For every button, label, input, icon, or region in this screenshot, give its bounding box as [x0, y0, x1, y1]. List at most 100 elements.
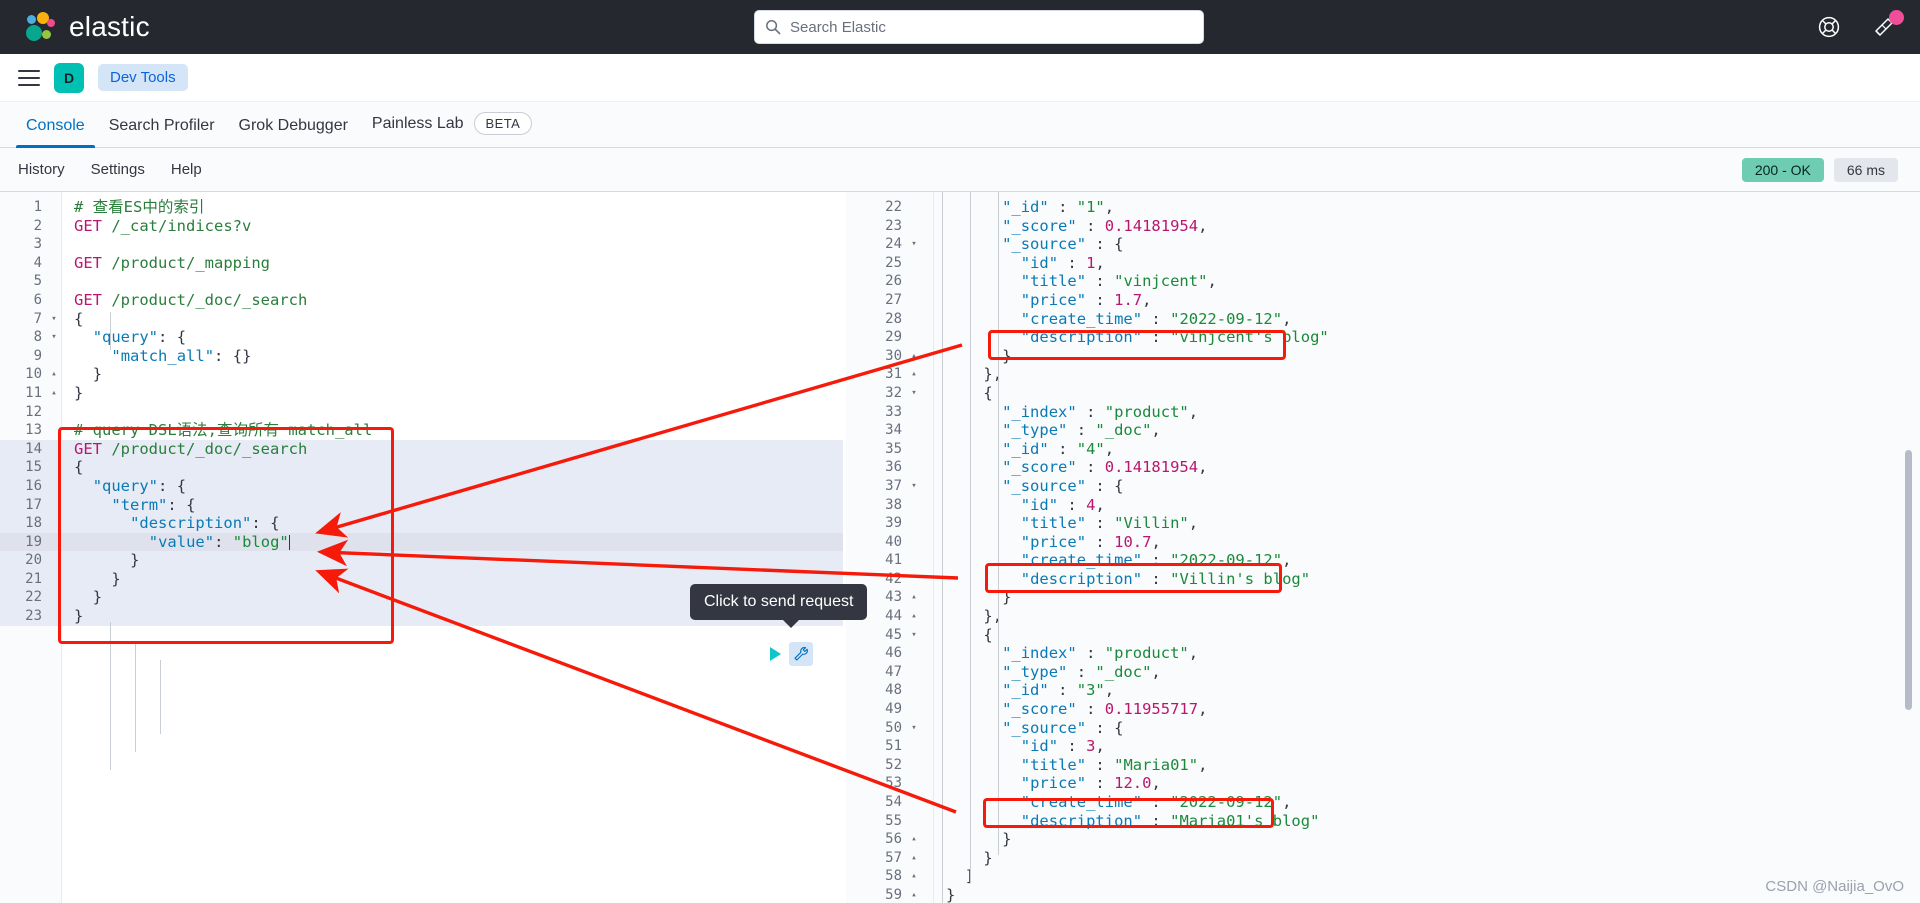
code-text: "title" : "Villin",: [1020, 514, 1199, 533]
code-text: }: [111, 569, 121, 588]
tab-console[interactable]: Console: [14, 117, 97, 148]
line-number: 10: [25, 366, 42, 383]
console-settings-button[interactable]: Settings: [91, 161, 145, 178]
indent-guide: [970, 192, 971, 883]
code-line: 57 ▴ }: [846, 849, 1920, 868]
code-line: 56 ▴ }: [846, 830, 1920, 849]
line-number: 13: [25, 422, 42, 439]
fold-toggle-icon[interactable]: ▾: [46, 310, 62, 329]
play-triangle-icon[interactable]: [770, 647, 781, 661]
help-circle-icon[interactable]: [1816, 14, 1842, 40]
request-editor[interactable]: 1 # 查看ES中的索引 2 GET /_cat/indices?v 3 4 GET /pr…: [0, 192, 843, 903]
global-search[interactable]: [754, 10, 1204, 44]
line-number: 38: [885, 496, 902, 513]
global-header: elastic: [0, 0, 1920, 54]
code-line: 24 ▾ "_source" : {: [846, 235, 1920, 254]
request-code[interactable]: 1 # 查看ES中的索引 2 GET /_cat/indices?v 3 4 GET /pr…: [0, 198, 843, 626]
fold-toggle-icon[interactable]: ▾: [46, 328, 62, 347]
code-line[interactable]: 7 ▾ {: [0, 310, 843, 329]
code-text: "_index" : "product",: [1002, 402, 1199, 421]
fold-toggle-icon[interactable]: ▴: [906, 849, 922, 868]
tab-search-profiler-label: Search Profiler: [108, 117, 215, 134]
line-number: 7: [33, 310, 42, 327]
code-line[interactable]: 17 "term": {: [0, 495, 843, 515]
fold-toggle-icon[interactable]: ▴: [906, 347, 922, 366]
code-line[interactable]: 15 {: [0, 458, 843, 477]
fold-toggle-icon[interactable]: ▾: [906, 626, 922, 645]
code-text: "_index" : "product",: [1002, 644, 1199, 663]
line-number: 18: [25, 515, 42, 532]
code-line: 34 "_type" : "_doc",: [846, 421, 1920, 440]
code-line[interactable]: 1 # 查看ES中的索引: [0, 198, 843, 217]
code-line[interactable]: 2 GET /_cat/indices?v: [0, 217, 843, 236]
line-number: 15: [25, 459, 42, 476]
code-line[interactable]: 19 "value": "blog": [0, 532, 843, 552]
code-line[interactable]: 13 # query DSL语法,查询所有 match_all: [0, 421, 843, 440]
code-text: GET /product/_doc/_search: [74, 290, 308, 309]
code-text: }: [92, 365, 103, 384]
header-actions: [1816, 0, 1904, 54]
code-line[interactable]: 4 GET /product/_mapping: [0, 254, 843, 273]
breadcrumb-dev-tools[interactable]: Dev Tools: [98, 64, 188, 91]
code-text: "price" : 1.7,: [1020, 290, 1152, 309]
code-line[interactable]: 12: [0, 403, 843, 422]
fold-toggle-icon[interactable]: ▴: [906, 365, 922, 384]
line-number: 1: [33, 199, 42, 215]
fold-toggle-icon[interactable]: ▴: [46, 365, 62, 384]
fold-toggle-icon[interactable]: ▾: [906, 477, 922, 496]
code-text: "price" : 12.0,: [1020, 774, 1161, 793]
tab-search-profiler[interactable]: Search Profiler: [97, 117, 227, 147]
code-text: "id" : 1,: [1020, 253, 1105, 272]
line-number: 37: [885, 477, 902, 494]
code-line[interactable]: 18 "description": {: [0, 514, 843, 533]
fold-toggle-icon[interactable]: ▴: [906, 607, 922, 626]
console-help-button[interactable]: Help: [171, 161, 202, 178]
fold-toggle-icon[interactable]: ▾: [906, 384, 922, 403]
megaphone-icon[interactable]: [1872, 10, 1904, 40]
line-number: 55: [885, 812, 902, 829]
code-line[interactable]: 6 GET /product/_doc/_search: [0, 291, 843, 310]
code-line[interactable]: 3: [0, 235, 843, 254]
code-line[interactable]: 20 }: [0, 551, 843, 570]
fold-toggle-icon[interactable]: ▾: [906, 719, 922, 738]
fold-toggle-icon[interactable]: ▴: [906, 588, 922, 607]
code-line: 40 "price" : 10.7,: [846, 533, 1920, 552]
code-line[interactable]: 14 GET /product/_doc/_search: [0, 439, 843, 459]
line-number: 20: [25, 552, 42, 569]
fold-toggle-icon[interactable]: ▾: [906, 235, 922, 254]
code-line[interactable]: 10 ▴ }: [0, 365, 843, 384]
code-text: "price" : 10.7,: [1020, 532, 1161, 551]
code-line[interactable]: 5: [0, 272, 843, 291]
response-scrollbar[interactable]: [1905, 450, 1912, 710]
line-number: 26: [885, 273, 902, 290]
console-history-button[interactable]: History: [18, 161, 65, 178]
fold-toggle-icon[interactable]: ▴: [906, 867, 922, 886]
line-number: 57: [885, 849, 902, 866]
wrench-icon[interactable]: [789, 642, 813, 666]
code-text: "_score" : 0.14181954,: [1002, 216, 1208, 235]
elastic-brand[interactable]: elastic: [25, 11, 150, 43]
space-avatar[interactable]: D: [54, 62, 84, 93]
code-text: "_id" : "4",: [1002, 439, 1115, 458]
line-number: 29: [885, 329, 902, 346]
code-line: 45 ▾ {: [846, 626, 1920, 645]
line-number: 59: [885, 886, 902, 903]
code-text: "_source" : {: [1002, 235, 1124, 254]
code-line[interactable]: 8 ▾ "query": {: [0, 328, 843, 347]
response-viewer[interactable]: 22 "_id" : "1", 23 "_score" : 0.14181954,…: [846, 192, 1920, 903]
code-line[interactable]: 16 "query": {: [0, 476, 843, 496]
code-line: 55 "description" : "Maria01's blog": [846, 812, 1920, 831]
search-input[interactable]: [790, 18, 1193, 36]
code-line[interactable]: 11 ▴}: [0, 384, 843, 403]
tab-grok-debugger[interactable]: Grok Debugger: [227, 117, 360, 147]
fold-toggle-icon[interactable]: ▴: [906, 830, 922, 849]
code-text: }: [983, 848, 993, 867]
code-line[interactable]: 9 "match_all": {}: [0, 347, 843, 366]
hamburger-menu-icon[interactable]: [18, 69, 40, 86]
fold-toggle-icon[interactable]: ▴: [906, 886, 922, 903]
line-number: 56: [885, 831, 902, 848]
line-number: 45: [885, 626, 902, 643]
tab-painless-lab[interactable]: Painless Lab BETA: [360, 112, 544, 147]
code-text: "_source" : {: [1002, 476, 1124, 495]
fold-toggle-icon[interactable]: ▴: [46, 384, 62, 403]
